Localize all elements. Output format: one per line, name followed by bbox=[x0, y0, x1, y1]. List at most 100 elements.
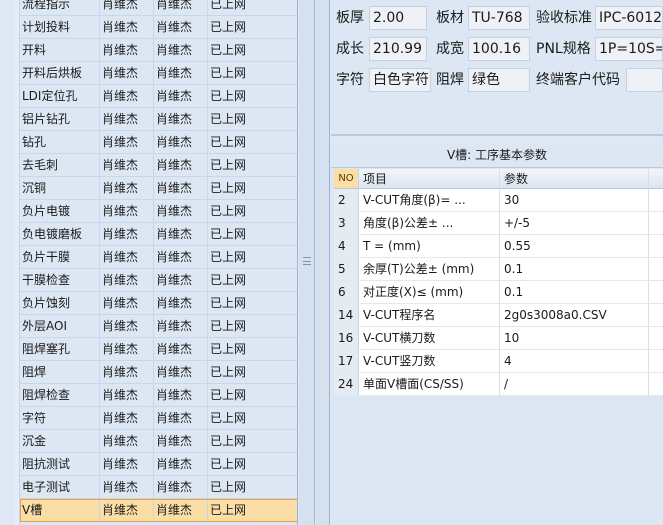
operator-name: 肖维杰 bbox=[100, 268, 154, 292]
params-title: V槽: 工序基本参数 bbox=[331, 142, 663, 168]
width-field[interactable]: 100.16 bbox=[468, 37, 530, 61]
process-row[interactable]: 负片电镀 肖维杰 肖维杰 已上网 bbox=[20, 199, 297, 223]
process-row[interactable]: 钻孔 肖维杰 肖维杰 已上网 bbox=[20, 130, 297, 154]
param-value[interactable]: 10 bbox=[500, 327, 649, 349]
standard-label: 验收标准 bbox=[536, 10, 592, 26]
param-value[interactable]: / bbox=[500, 373, 649, 395]
process-row[interactable]: 阻焊 肖维杰 肖维杰 已上网 bbox=[20, 360, 297, 384]
process-row[interactable]: 开料 肖维杰 肖维杰 已上网 bbox=[20, 38, 297, 62]
param-row[interactable]: 17 V-CUT竖刀数 4 bbox=[334, 350, 663, 373]
param-item: V-CUT角度(β)= ... bbox=[359, 189, 500, 211]
checker-name: 肖维杰 bbox=[154, 61, 208, 85]
process-params-panel: V槽: 工序基本参数 NO 项目 参数 2 V-CUT角度(β)= ... 30 3 角… bbox=[331, 142, 663, 525]
process-row[interactable]: 沉金 肖维杰 肖维杰 已上网 bbox=[20, 429, 297, 453]
param-item: 单面V槽面(CS/SS) bbox=[359, 373, 500, 395]
param-row[interactable]: 24 单面V槽面(CS/SS) / bbox=[334, 373, 663, 396]
process-row[interactable]: 开料后烘板 肖维杰 肖维杰 已上网 bbox=[20, 61, 297, 85]
thickness-field[interactable]: 2.00 bbox=[369, 6, 427, 30]
process-row[interactable]: 干膜检查 肖维杰 肖维杰 已上网 bbox=[20, 268, 297, 292]
param-item: T = (mm) bbox=[359, 235, 500, 257]
param-value[interactable]: 0.1 bbox=[500, 258, 649, 280]
process-name: 负片电镀 bbox=[20, 199, 100, 223]
param-row[interactable]: 5 余厚(T)公差± (mm) 0.1 bbox=[334, 258, 663, 281]
process-row[interactable]: 计划投料 肖维杰 肖维杰 已上网 bbox=[20, 15, 297, 39]
param-row[interactable]: 2 V-CUT角度(β)= ... 30 bbox=[334, 189, 663, 212]
process-status: 已上网 bbox=[210, 249, 247, 264]
pnl-field[interactable]: 1P=10S=4 bbox=[595, 37, 663, 61]
process-row[interactable]: V槽 肖维杰 肖维杰 已上网 bbox=[20, 498, 297, 522]
process-row[interactable]: 电子测试 肖维杰 肖维杰 已上网 bbox=[20, 475, 297, 499]
operator-name: 肖维杰 bbox=[100, 15, 154, 39]
process-name: 干膜检查 bbox=[20, 268, 100, 292]
param-row[interactable]: 6 对正度(X)≤ (mm) 0.1 bbox=[334, 281, 663, 304]
checker-name: 肖维杰 bbox=[154, 268, 208, 292]
operator-name: 肖维杰 bbox=[100, 406, 154, 430]
param-value[interactable]: 2g0s3008a0.CSV bbox=[500, 304, 649, 326]
param-row[interactable]: 14 V-CUT程序名 2g0s3008a0.CSV bbox=[334, 304, 663, 327]
process-row[interactable]: 沉铜 肖维杰 肖维杰 已上网 bbox=[20, 176, 297, 200]
checker-name: 肖维杰 bbox=[154, 176, 208, 200]
process-row[interactable]: 负片蚀刻 肖维杰 肖维杰 已上网 bbox=[20, 291, 297, 315]
material-field[interactable]: TU-768 bbox=[468, 6, 530, 30]
param-value[interactable]: 30 bbox=[500, 189, 649, 211]
operator-name: 肖维杰 bbox=[100, 199, 154, 223]
process-status: 已上网 bbox=[210, 134, 247, 149]
process-row[interactable]: LDI定位孔 肖维杰 肖维杰 已上网 bbox=[20, 84, 297, 108]
process-row[interactable]: 阻焊塞孔 肖维杰 肖维杰 已上网 bbox=[20, 337, 297, 361]
panel-splitter[interactable] bbox=[299, 0, 315, 525]
length-label: 成长 bbox=[336, 41, 364, 57]
process-row[interactable]: 去毛刺 肖维杰 肖维杰 已上网 bbox=[20, 153, 297, 177]
process-row[interactable]: 字符 肖维杰 肖维杰 已上网 bbox=[20, 406, 297, 430]
param-row[interactable]: 3 角度(β)公差± ... +/-5 bbox=[334, 212, 663, 235]
process-name: 阻焊 bbox=[20, 360, 100, 384]
process-name: V槽 bbox=[20, 498, 100, 522]
process-row[interactable]: 负电镀磨板 肖维杰 肖维杰 已上网 bbox=[20, 222, 297, 246]
checker-name: 肖维杰 bbox=[154, 406, 208, 430]
checker-name: 肖维杰 bbox=[154, 429, 208, 453]
process-row[interactable]: 负片干膜 肖维杰 肖维杰 已上网 bbox=[20, 245, 297, 269]
process-name: 沉金 bbox=[20, 429, 100, 453]
process-status: 已上网 bbox=[210, 203, 247, 218]
operator-name: 肖维杰 bbox=[100, 498, 154, 522]
mask-field[interactable]: 绿色 bbox=[468, 68, 530, 92]
param-row[interactable]: 4T = (mm) 0.55 bbox=[334, 235, 663, 258]
param-no: 2 bbox=[334, 189, 359, 211]
operator-name: 肖维杰 bbox=[100, 176, 154, 200]
process-status: 已上网 bbox=[210, 272, 247, 287]
operator-name: 肖维杰 bbox=[100, 222, 154, 246]
param-no: 24 bbox=[334, 373, 359, 395]
customer-code-field[interactable] bbox=[626, 68, 663, 92]
operator-name: 肖维杰 bbox=[100, 0, 154, 16]
header-no[interactable]: NO bbox=[334, 169, 359, 188]
header-item[interactable]: 项目 bbox=[359, 169, 500, 188]
param-value[interactable]: +/-5 bbox=[500, 212, 649, 234]
standard-field[interactable]: IPC-6012 bbox=[595, 6, 663, 30]
param-value[interactable]: 0.1 bbox=[500, 281, 649, 303]
operator-name: 肖维杰 bbox=[100, 429, 154, 453]
process-row[interactable]: 外层AOI 肖维杰 肖维杰 已上网 bbox=[20, 314, 297, 338]
checker-name: 肖维杰 bbox=[154, 291, 208, 315]
operator-name: 肖维杰 bbox=[100, 314, 154, 338]
operator-name: 肖维杰 bbox=[100, 383, 154, 407]
char-field[interactable]: 白色字符 bbox=[369, 68, 431, 92]
length-field[interactable]: 210.99 bbox=[369, 37, 427, 61]
header-value[interactable]: 参数 bbox=[500, 169, 649, 188]
process-status: 已上网 bbox=[210, 226, 247, 241]
params-rows: 2 V-CUT角度(β)= ... 30 3 角度(β)公差± ... +/-5 4 T = … bbox=[334, 189, 663, 396]
process-row[interactable]: 阻焊检查 肖维杰 肖维杰 已上网 bbox=[20, 383, 297, 407]
process-row[interactable]: 流程指示 肖维杰 肖维杰 已上网 bbox=[20, 0, 297, 16]
process-row[interactable]: 铝片钻孔 肖维杰 肖维杰 已上网 bbox=[20, 107, 297, 131]
process-name: 负电镀磨板 bbox=[20, 222, 100, 246]
param-value[interactable]: 0.55 bbox=[500, 235, 649, 257]
process-status: 已上网 bbox=[210, 410, 247, 425]
checker-name: 肖维杰 bbox=[154, 84, 208, 108]
process-row[interactable]: 阻抗测试 肖维杰 肖维杰 已上网 bbox=[20, 452, 297, 476]
param-value[interactable]: 4 bbox=[500, 350, 649, 372]
process-name: 开料 bbox=[20, 38, 100, 62]
param-row[interactable]: 16 V-CUT横刀数 10 bbox=[334, 327, 663, 350]
process-status: 已上网 bbox=[210, 0, 247, 11]
checker-name: 肖维杰 bbox=[154, 222, 208, 246]
process-name: 阻抗测试 bbox=[20, 452, 100, 476]
operator-name: 肖维杰 bbox=[100, 452, 154, 476]
splitter-grip-icon[interactable] bbox=[303, 257, 311, 265]
